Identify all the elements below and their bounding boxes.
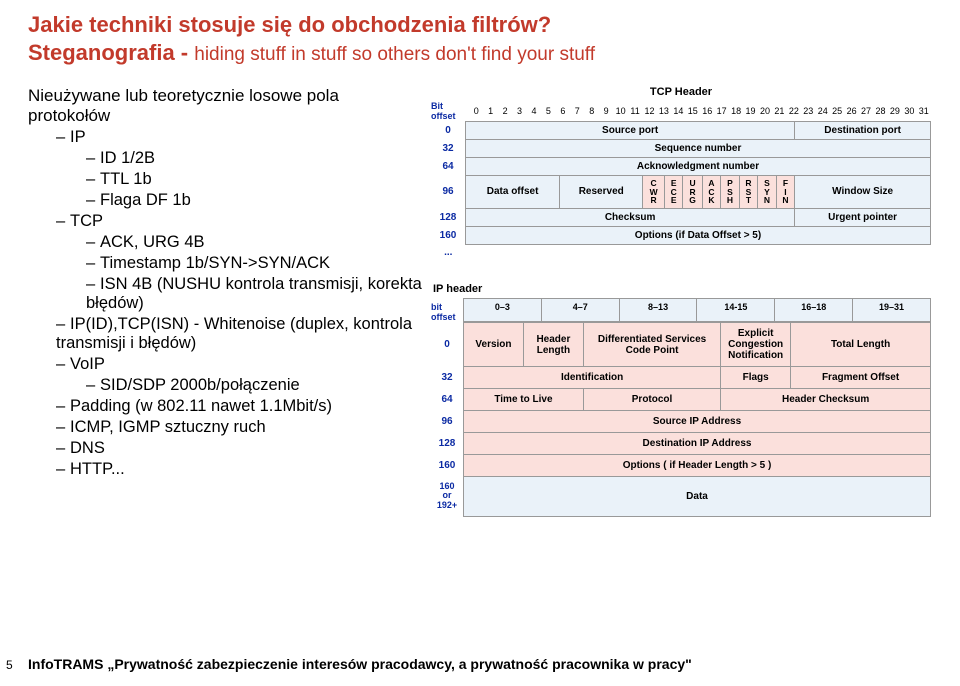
list-item: –ACK, URG 4B — [86, 233, 423, 252]
tcp-title: TCP Header — [431, 86, 931, 98]
list-item: –IP — [56, 128, 423, 147]
list-item: –ICMP, IGMP sztuczny ruch — [56, 418, 423, 437]
list-item: –ISN 4B (NUSHU kontrola transmisji, kore… — [86, 275, 423, 313]
list-item: –TTL 1b — [86, 170, 423, 189]
tcp-header-diagram: TCP Header Bit offset 012345678910111213… — [431, 86, 931, 261]
ip-bit-label: bit offset — [431, 298, 463, 322]
right-column: TCP Header Bit offset 012345678910111213… — [431, 86, 931, 517]
bit-offset-label: Bit offset — [431, 101, 469, 121]
list-item: –ID 1/2B — [86, 149, 423, 168]
list-item: –IP(ID),TCP(ISN) - Whitenoise (duplex, k… — [56, 315, 423, 353]
subtitle-hiding: hiding stuff in stuff so others don't fi… — [194, 44, 595, 65]
section-heading: Nieużywane lub teoretycznie losowe pola … — [28, 86, 423, 126]
ip-header-diagram: IP header bit offset 0–34–78–1314-1516–1… — [431, 283, 931, 517]
list-item: –VoIP — [56, 355, 423, 374]
slide-subtitle: Steganografia - hiding stuff in stuff so… — [28, 40, 932, 66]
slide-title: Jakie techniki stosuje się do obchodzeni… — [28, 12, 932, 38]
subtitle-prefix: Steganografia - — [28, 40, 194, 65]
footer-text: InfoTRAMS „Prywatność zabezpieczenie int… — [28, 656, 692, 672]
list-item: –Timestamp 1b/SYN->SYN/ACK — [86, 254, 423, 273]
left-column: Nieużywane lub teoretycznie losowe pola … — [28, 86, 423, 517]
footer: 5 InfoTRAMS „Prywatność zabezpieczenie i… — [28, 656, 932, 672]
list-item: –Flaga DF 1b — [86, 191, 423, 210]
list-item: –HTTP... — [56, 460, 423, 479]
list-item: –SID/SDP 2000b/połączenie — [86, 376, 423, 395]
ip-title: IP header — [433, 283, 931, 295]
list-item: –DNS — [56, 439, 423, 458]
list-item: –Padding (w 802.11 nawet 1.1Mbit/s) — [56, 397, 423, 416]
page-number: 5 — [6, 658, 13, 672]
list-item: –TCP — [56, 212, 423, 231]
